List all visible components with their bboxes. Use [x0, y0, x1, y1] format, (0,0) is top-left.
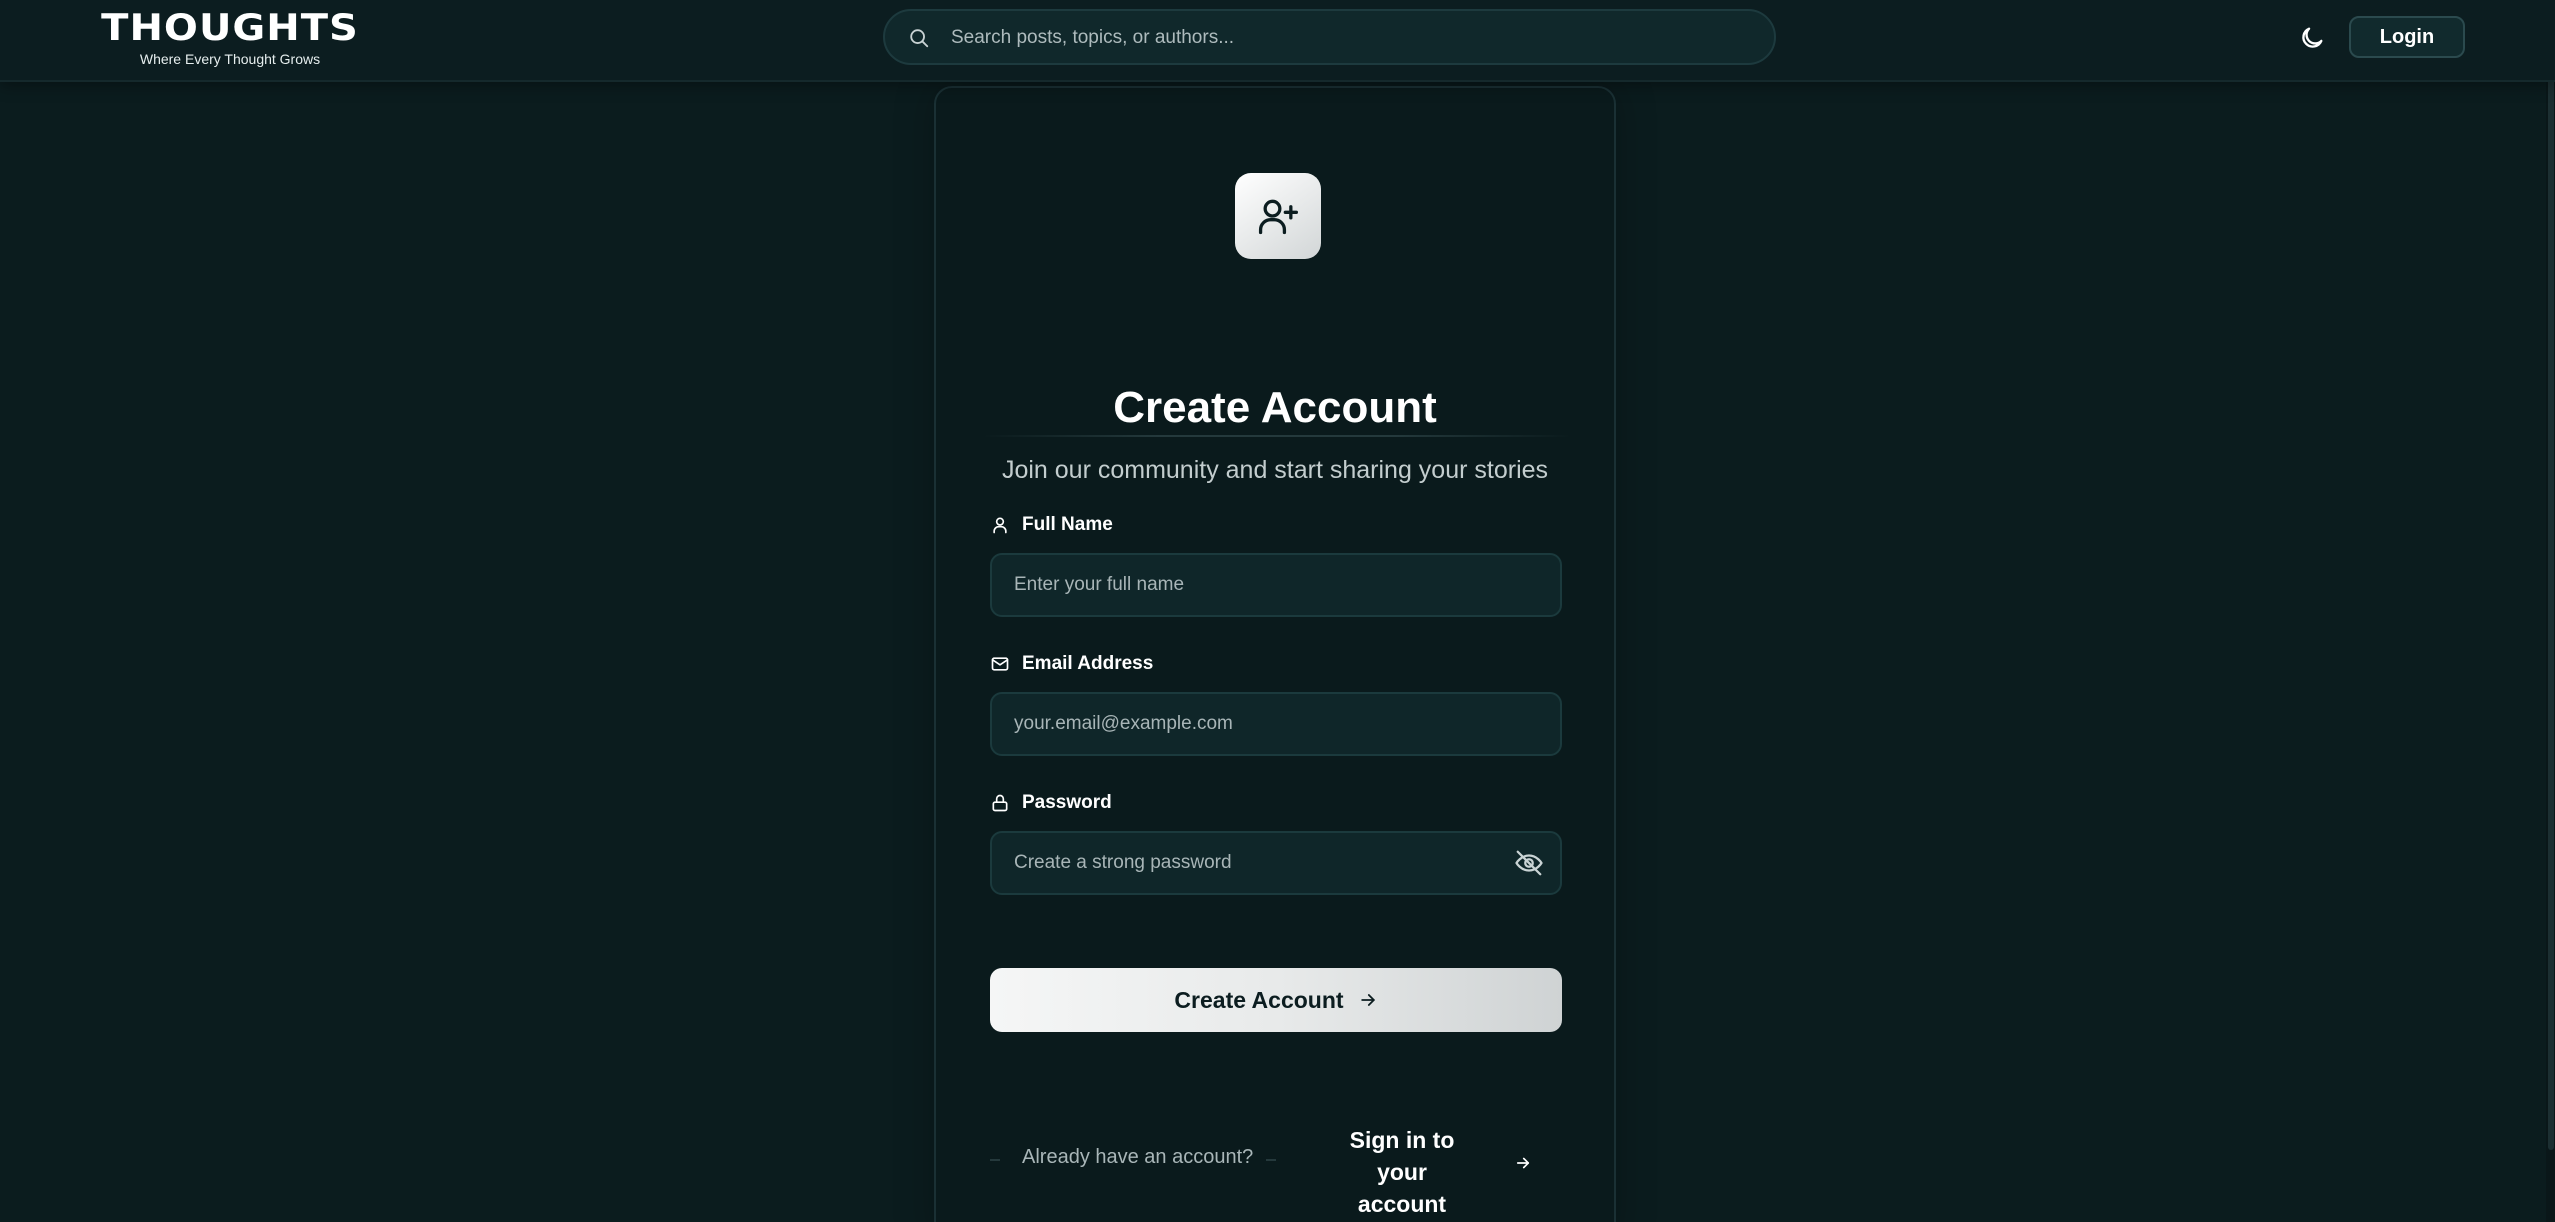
- email-label-text: Email Address: [1022, 653, 1154, 674]
- full-name-label: Full Name: [990, 512, 1113, 538]
- signin-link[interactable]: Sign in to your account: [1330, 1124, 1474, 1220]
- brand-logo[interactable]: THOUGHTS Where Every Thought Grows: [88, 8, 372, 67]
- search-icon: [910, 29, 929, 48]
- moon-icon[interactable]: [2298, 24, 2326, 52]
- eye-off-icon[interactable]: [1514, 848, 1544, 878]
- search-input[interactable]: [949, 19, 1733, 57]
- password-label-text: Password: [1022, 792, 1112, 813]
- full-name-input[interactable]: [990, 553, 1562, 617]
- mail-icon: [991, 657, 1009, 671]
- user-plus-icon: [1258, 199, 1298, 235]
- password-label: Password: [990, 790, 1112, 816]
- prompt-dash-right: [1266, 1159, 1276, 1161]
- login-button[interactable]: Login: [2349, 16, 2465, 58]
- already-have-account-text: Already have an account?: [1022, 1146, 1254, 1168]
- page-subtitle: Join our community and start sharing you…: [1001, 456, 1549, 484]
- arrow-right-icon: [1360, 994, 1375, 1006]
- section-divider: [982, 435, 1572, 437]
- user-plus-badge: [1235, 173, 1321, 259]
- signup-card: Create Account Join our community and st…: [934, 86, 1616, 1222]
- user-icon: [993, 517, 1007, 534]
- password-input[interactable]: [990, 831, 1562, 895]
- full-name-label-text: Full Name: [1022, 514, 1113, 535]
- signup-page: THOUGHTS Where Every Thought Grows Login: [0, 0, 2555, 1222]
- signin-prompt: Already have an account? Sign in to your…: [990, 1124, 1562, 1217]
- email-input[interactable]: [990, 692, 1562, 756]
- page-title: Create Account: [1113, 383, 1437, 432]
- prompt-dash-left: [990, 1159, 1000, 1161]
- brand-tagline: Where Every Thought Grows: [139, 51, 321, 67]
- scrollbar-thumb[interactable]: [2548, 30, 2554, 1150]
- email-label: Email Address: [990, 651, 1153, 677]
- brand-name: THOUGHTS: [101, 6, 359, 50]
- create-account-button-label: Create Account: [1174, 986, 1344, 1013]
- create-account-button[interactable]: Create Account: [990, 968, 1562, 1032]
- arrow-right-icon[interactable]: [1514, 1154, 1532, 1172]
- search-bar[interactable]: [883, 9, 1776, 65]
- lock-icon: [992, 794, 1008, 812]
- top-navigation-bar: THOUGHTS Where Every Thought Grows Login: [0, 0, 2555, 82]
